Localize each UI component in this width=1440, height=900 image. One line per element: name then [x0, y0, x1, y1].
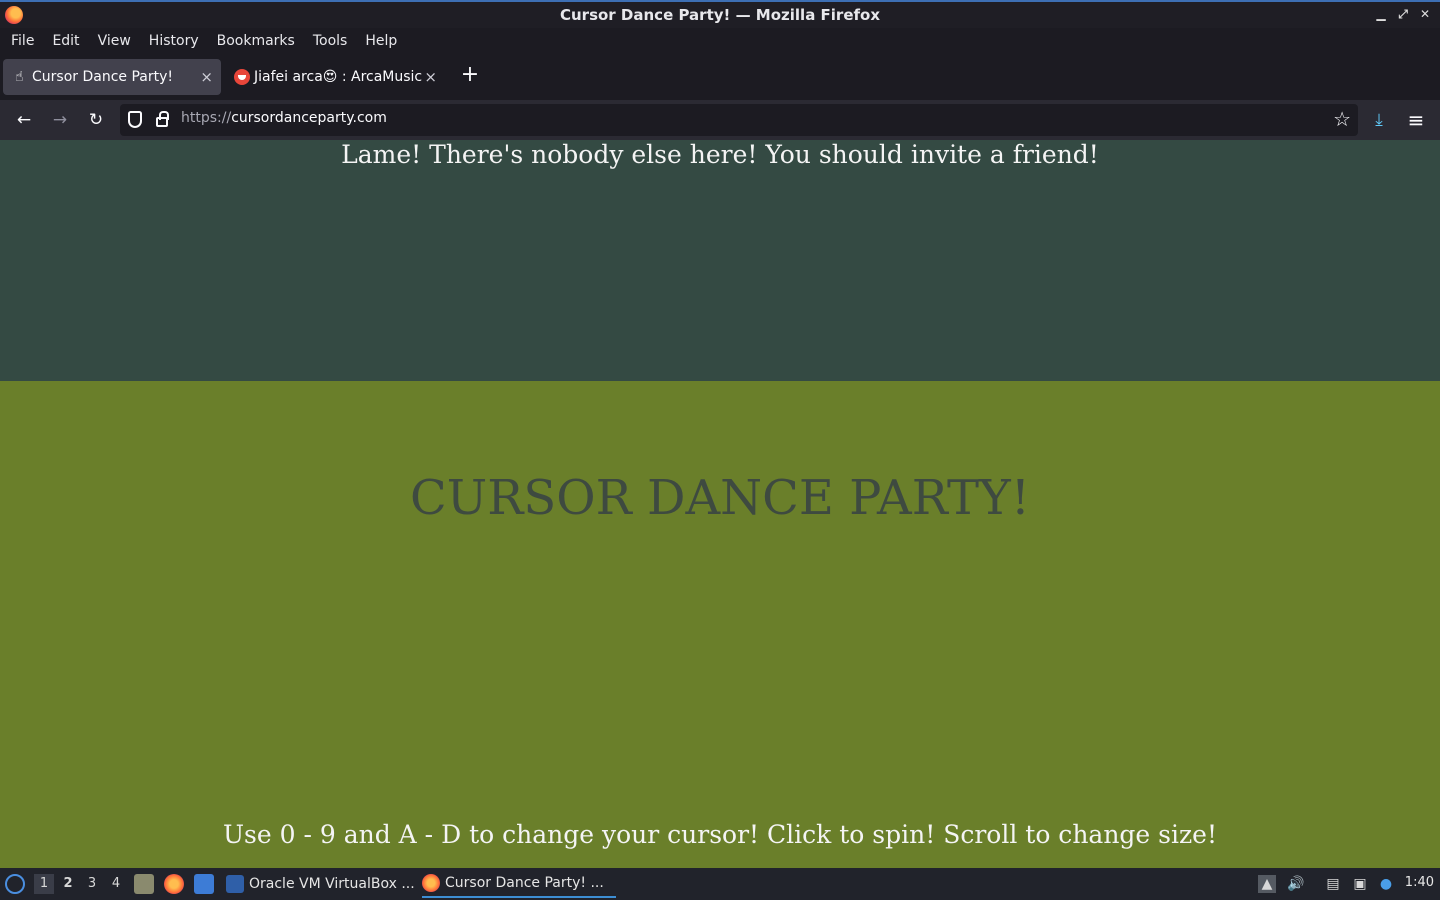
- page-title: CURSOR DANCE PARTY!: [410, 470, 1030, 526]
- tab-close-icon[interactable]: ×: [200, 68, 213, 86]
- virtualbox-icon: [226, 875, 244, 893]
- tab-cursor-dance-party[interactable]: ☝ Cursor Dance Party! ×: [3, 59, 221, 95]
- task-label: Oracle VM VirtualBox ...: [249, 876, 415, 892]
- workspace-2[interactable]: 2: [58, 874, 78, 894]
- lock-icon[interactable]: [156, 111, 169, 127]
- display-icon[interactable]: ▣: [1351, 875, 1369, 893]
- window-title: Cursor Dance Party! — Mozilla Firefox: [559, 6, 881, 24]
- menu-help[interactable]: Help: [358, 33, 404, 49]
- tab-close-icon[interactable]: ×: [424, 68, 437, 86]
- desktop-icon[interactable]: [194, 874, 214, 894]
- menu-tools[interactable]: Tools: [306, 33, 355, 49]
- task-virtualbox[interactable]: Oracle VM VirtualBox ...: [226, 870, 415, 898]
- reddit-favicon-icon: [234, 69, 250, 85]
- menu-history[interactable]: History: [142, 33, 206, 49]
- clipboard-icon[interactable]: ▤: [1324, 875, 1342, 893]
- firefox-icon: [422, 874, 440, 892]
- app-menu-icon[interactable]: ≡: [1404, 108, 1428, 132]
- firefox-launcher-icon[interactable]: [164, 874, 184, 894]
- start-menu-icon[interactable]: [5, 874, 25, 894]
- forward-button[interactable]: →: [48, 108, 72, 132]
- maximize-icon[interactable]: ⤢: [1396, 5, 1410, 23]
- url-bar[interactable]: https://cursordanceparty.com ☆: [120, 104, 1358, 136]
- firefox-logo-icon: [5, 6, 23, 24]
- tab-label: Cursor Dance Party!: [32, 69, 173, 85]
- task-firefox[interactable]: Cursor Dance Party! ...: [422, 870, 616, 898]
- mouse-pointer-icon: ☝: [15, 69, 24, 85]
- clock[interactable]: 1:40: [1405, 875, 1434, 890]
- menu-view[interactable]: View: [91, 33, 138, 49]
- bookmark-star-icon[interactable]: ☆: [1333, 107, 1351, 131]
- menu-bar: File Edit View History Bookmarks Tools H…: [0, 28, 1440, 54]
- navigation-bar: ← → ↻ https://cursordanceparty.com ☆ ⤓ ≡: [0, 100, 1440, 140]
- tab-arcamusic[interactable]: Jiafei arca😍 : ArcaMusic ×: [225, 59, 445, 95]
- close-icon[interactable]: ✕: [1418, 5, 1432, 23]
- tab-label: Jiafei arca😍 : ArcaMusic: [254, 69, 423, 85]
- minimize-icon[interactable]: ▁: [1374, 5, 1388, 23]
- menu-edit[interactable]: Edit: [45, 33, 86, 49]
- downloads-icon[interactable]: ⤓: [1367, 108, 1391, 132]
- workspace-3[interactable]: 3: [82, 874, 102, 894]
- top-color-band: [0, 140, 1440, 381]
- tab-bar: ☝ Cursor Dance Party! × Jiafei arca😍 : A…: [0, 54, 1440, 100]
- task-label: Cursor Dance Party! ...: [445, 875, 604, 891]
- instructions-text: Use 0 - 9 and A - D to change your curso…: [222, 820, 1218, 849]
- nobody-here-notice: Lame! There's nobody else here! You shou…: [341, 140, 1099, 169]
- file-manager-icon[interactable]: [134, 874, 154, 894]
- tracking-shield-icon[interactable]: [128, 111, 142, 128]
- workspace-1[interactable]: 1: [34, 874, 54, 894]
- menu-file[interactable]: File: [4, 33, 41, 49]
- window-titlebar: Cursor Dance Party! — Mozilla Firefox ▁ …: [0, 0, 1440, 28]
- new-tab-button[interactable]: +: [458, 64, 482, 88]
- workspace-4[interactable]: 4: [106, 874, 126, 894]
- tray-network-icon[interactable]: ▲: [1258, 875, 1276, 893]
- bottom-color-band: [0, 381, 1440, 868]
- notification-icon[interactable]: ●: [1377, 875, 1395, 893]
- menu-bookmarks[interactable]: Bookmarks: [210, 33, 302, 49]
- taskbar: 1 2 3 4 Oracle VM VirtualBox ... Cursor …: [0, 868, 1440, 900]
- url-text[interactable]: https://cursordanceparty.com: [181, 110, 387, 126]
- reload-button[interactable]: ↻: [84, 108, 108, 132]
- page-content[interactable]: Lame! There's nobody else here! You shou…: [0, 140, 1440, 868]
- volume-icon[interactable]: 🔊: [1287, 875, 1305, 893]
- back-button[interactable]: ←: [12, 108, 36, 132]
